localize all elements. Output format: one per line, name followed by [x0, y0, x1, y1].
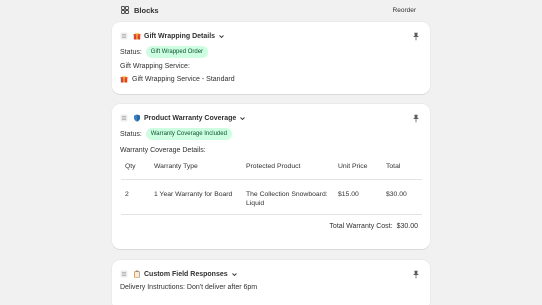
gift-service-label-row: Gift Wrapping Service:	[112, 63, 430, 70]
pin-icon[interactable]	[412, 270, 420, 279]
pin-icon[interactable]	[412, 114, 420, 123]
page-title: Blocks	[134, 5, 159, 15]
blocks-panel: Blocks Reorder Gift Wrapping Details Sta…	[111, 0, 430, 305]
column-header-total: Total	[386, 155, 422, 180]
custom-fields-card: Custom Field Responses Delivery Instruct…	[112, 260, 430, 305]
table-header-row: Qty Warranty Type Protected Product Unit…	[121, 155, 422, 180]
details-label: Warranty Coverage Details:	[120, 147, 206, 154]
status-badge: Warranty Coverage Included	[145, 128, 232, 140]
gift-status-row: Status: Gift Wrapped Order	[112, 46, 430, 58]
gift-icon	[133, 32, 141, 40]
pin-icon[interactable]	[412, 32, 420, 41]
blocks-icon	[121, 6, 129, 14]
warranty-card-header[interactable]: Product Warranty Coverage	[112, 111, 430, 125]
gift-wrapping-card: Gift Wrapping Details Status: Gift Wrapp…	[112, 22, 430, 94]
drag-handle-icon[interactable]	[120, 114, 128, 122]
cell-warranty-type: 1 Year Warranty for Board	[154, 179, 246, 215]
blocks-header: Blocks Reorder	[111, 0, 430, 20]
delivery-instructions-row: Delivery Instructions: Don't deliver aft…	[112, 284, 430, 291]
warranty-total-row: Total Warranty Cost: $30.00	[112, 223, 430, 230]
clipboard-icon	[133, 270, 141, 278]
warranty-details-label-row: Warranty Coverage Details:	[112, 147, 430, 154]
column-header-warranty-type: Warranty Type	[154, 155, 246, 180]
cell-protected-product: The Collection Snowboard: Liquid	[246, 179, 338, 215]
status-badge: Gift Wrapped Order	[145, 46, 209, 58]
drag-handle-icon[interactable]	[120, 270, 128, 278]
custom-card-title: Custom Field Responses	[144, 270, 228, 278]
drag-handle-icon[interactable]	[120, 32, 128, 40]
gift-icon	[120, 75, 128, 83]
gift-service-value-row: Gift Wrapping Service - Standard	[112, 75, 430, 83]
total-cost-value: $30.00	[396, 222, 418, 230]
gift-card-title: Gift Wrapping Details	[144, 32, 216, 40]
custom-card-header[interactable]: Custom Field Responses	[112, 267, 430, 281]
shield-icon	[133, 114, 141, 122]
column-header-unit-price: Unit Price	[338, 155, 386, 180]
gift-card-header[interactable]: Gift Wrapping Details	[112, 29, 430, 43]
status-label: Status:	[120, 48, 142, 56]
blocks-heading: Blocks	[121, 6, 159, 15]
cell-unit-price: $15.00	[338, 179, 386, 215]
service-label: Gift Wrapping Service:	[120, 63, 190, 70]
column-header-protected-product: Protected Product	[246, 155, 338, 180]
warranty-table: Qty Warranty Type Protected Product Unit…	[121, 155, 422, 215]
cell-total: $30.00	[386, 179, 422, 215]
cell-qty: 2	[121, 179, 154, 215]
warranty-status-row: Status: Warranty Coverage Included	[112, 128, 430, 140]
table-row: 2 1 Year Warranty for Board The Collecti…	[121, 179, 422, 215]
warranty-card: Product Warranty Coverage Status: Warran…	[112, 104, 430, 249]
service-value: Gift Wrapping Service - Standard	[132, 75, 235, 83]
warranty-card-title: Product Warranty Coverage	[144, 114, 237, 122]
total-cost-label: Total Warranty Cost:	[329, 222, 393, 230]
chevron-down-icon[interactable]	[231, 271, 238, 278]
status-label: Status:	[120, 130, 142, 138]
reorder-button[interactable]: Reorder	[393, 7, 416, 14]
delivery-instructions: Delivery Instructions: Don't deliver aft…	[120, 284, 258, 291]
chevron-down-icon[interactable]	[218, 33, 225, 40]
column-header-qty: Qty	[121, 155, 154, 180]
chevron-down-icon[interactable]	[239, 115, 246, 122]
